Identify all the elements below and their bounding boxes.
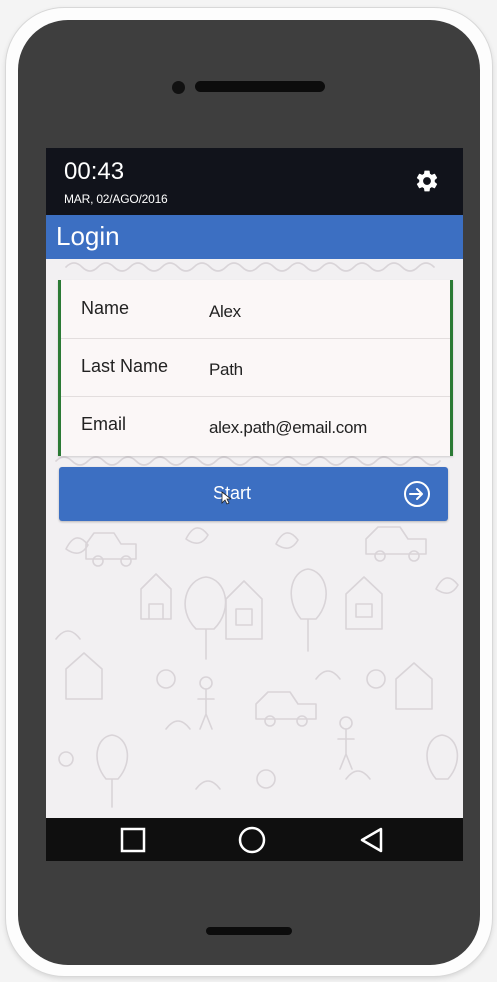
title-bar: Login <box>46 215 463 259</box>
mouse-cursor-icon <box>221 491 231 505</box>
start-button[interactable]: Start <box>59 467 448 521</box>
page-title: Login <box>56 221 120 251</box>
last-name-field[interactable]: Path <box>209 359 243 381</box>
recent-apps-icon <box>120 827 146 853</box>
earpiece-speaker <box>195 81 325 92</box>
phone-screen: 00:43 MAR, 02/AGO/2016 Login Name Alex L… <box>46 148 463 861</box>
last-name-label: Last Name <box>81 356 169 376</box>
status-date: MAR, 02/AGO/2016 <box>64 192 168 206</box>
device-frame-background: 00:43 MAR, 02/AGO/2016 Login Name Alex L… <box>0 0 497 982</box>
start-button-label: Start <box>213 483 252 503</box>
name-row: Name Alex <box>61 280 450 339</box>
email-label: Email <box>81 414 127 434</box>
name-label: Name <box>81 298 130 318</box>
home-button[interactable] <box>236 824 268 856</box>
gear-icon <box>416 170 438 192</box>
android-nav-bar <box>46 818 463 861</box>
back-icon <box>360 827 383 853</box>
settings-button[interactable] <box>412 166 442 196</box>
content-area: Name Alex Last Name Path Email alex.path… <box>46 259 463 818</box>
status-bar: 00:43 MAR, 02/AGO/2016 <box>46 148 463 215</box>
recent-apps-button[interactable] <box>118 824 150 856</box>
home-icon <box>238 826 266 854</box>
email-row: Email alex.path@email.com <box>61 396 450 454</box>
last-name-row: Last Name Path <box>61 338 450 397</box>
bottom-speaker-slot <box>206 927 292 935</box>
login-form: Name Alex Last Name Path Email alex.path… <box>58 280 453 456</box>
name-field[interactable]: Alex <box>209 301 241 323</box>
email-field[interactable]: alex.path@email.com <box>209 417 367 439</box>
front-camera <box>172 81 185 94</box>
login-arrow-circle-icon <box>404 481 430 507</box>
back-button[interactable] <box>357 824 389 856</box>
status-time: 00:43 <box>64 158 125 185</box>
